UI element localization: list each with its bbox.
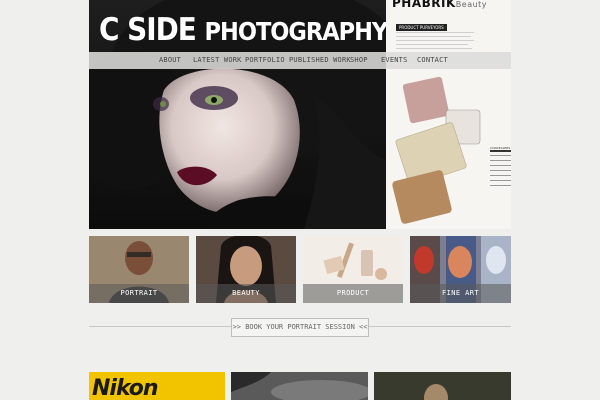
logo-text: C SIDE bbox=[99, 12, 197, 48]
compacts-illustration bbox=[392, 76, 511, 224]
tile-label-portrait: PORTRAIT bbox=[89, 284, 189, 303]
tile-portrait[interactable]: PORTRAIT bbox=[89, 236, 189, 303]
tile-label-beauty: BEAUTY bbox=[196, 284, 296, 303]
book-portrait-session-button[interactable]: >> BOOK YOUR PORTRAIT SESSION << bbox=[231, 318, 369, 337]
nav-latest-work[interactable]: LATEST WORK bbox=[193, 52, 242, 69]
magazine-spread: PHABRIKBeauty PRODUCT PURVEYORS CONCEALE… bbox=[386, 0, 511, 229]
nav-portfolio[interactable]: PORTFOLIO bbox=[245, 52, 285, 69]
nav-shop[interactable]: SHOP bbox=[350, 52, 368, 69]
nav-contact[interactable]: CONTACT bbox=[417, 52, 448, 69]
nav-about[interactable]: ABOUT bbox=[159, 52, 181, 69]
main-nav: ABOUT LATEST WORK PORTFOLIO PUBLISHED WO… bbox=[89, 52, 511, 69]
site-logo[interactable]: C SIDE PHOTOGRAPHY bbox=[99, 10, 386, 52]
category-tiles: PORTRAIT BEAUTY PRODUCT FINE ART bbox=[89, 236, 511, 303]
magazine-side-label: CONCEALERS bbox=[490, 146, 511, 150]
bottom-photo-sky[interactable] bbox=[231, 372, 368, 400]
tile-label-product: PRODUCT bbox=[303, 284, 403, 303]
nav-published-work[interactable]: PUBLISHED WORK bbox=[289, 52, 351, 69]
nav-events[interactable]: EVENTS bbox=[381, 52, 408, 69]
hero-banner: C SIDE PHOTOGRAPHY PHABRIKBeauty PRODUCT… bbox=[89, 0, 511, 229]
hero-beauty-photo: C SIDE PHOTOGRAPHY bbox=[89, 0, 386, 229]
sky-thumbnail bbox=[231, 372, 368, 400]
dark-portrait-thumbnail bbox=[374, 372, 511, 400]
bottom-photo-portrait[interactable] bbox=[374, 372, 511, 400]
logo-text-rest: PHOTOGRAPHY bbox=[204, 17, 386, 46]
nikon-text: Nikon bbox=[92, 376, 159, 400]
tile-product[interactable]: PRODUCT bbox=[303, 236, 403, 303]
tile-beauty[interactable]: BEAUTY bbox=[196, 236, 296, 303]
tile-label-fine-art: FINE ART bbox=[410, 284, 511, 303]
tile-fine-art[interactable]: FINE ART bbox=[410, 236, 511, 303]
bottom-photo-nikon[interactable]: Nikon bbox=[89, 372, 225, 400]
